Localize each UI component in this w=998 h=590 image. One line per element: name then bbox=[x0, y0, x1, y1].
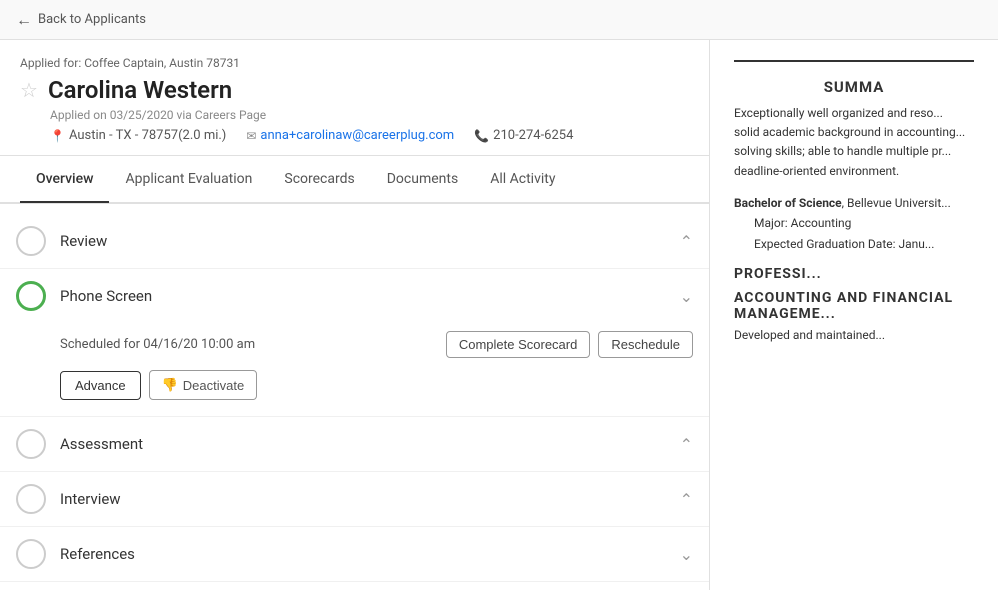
stage-phone-screen-name: Phone Screen bbox=[60, 287, 680, 305]
right-panel: SUMMA Exceptionally well organized and r… bbox=[710, 40, 998, 590]
stage-review-chevron: ⌃ bbox=[680, 232, 693, 251]
stage-interview-name: Interview bbox=[60, 490, 680, 508]
main-layout: Applied for: Coffee Captain, Austin 7873… bbox=[0, 40, 998, 590]
star-icon[interactable]: ☆ bbox=[20, 78, 38, 102]
professional-section-title: PROFESSI... bbox=[734, 266, 974, 282]
location-icon: 📍 bbox=[50, 129, 65, 143]
exp-text: Developed and maintained... bbox=[734, 326, 974, 345]
edu-major: Major: Accounting bbox=[734, 216, 851, 230]
deactivate-button[interactable]: 👎 Deactivate bbox=[149, 370, 258, 400]
stage-assessment-chevron: ⌃ bbox=[680, 435, 693, 454]
tab-applicant-evaluation[interactable]: Applicant Evaluation bbox=[109, 157, 268, 201]
stage-assessment-circle bbox=[16, 429, 46, 459]
tabs-bar: Overview Applicant Evaluation Scorecards… bbox=[0, 156, 709, 204]
stage-actions: Advance 👎 Deactivate bbox=[60, 370, 693, 400]
phone-contact: 📞 210-274-6254 bbox=[474, 128, 573, 143]
applicant-header: Applied for: Coffee Captain, Austin 7873… bbox=[0, 40, 709, 156]
stage-assessment: Assessment ⌃ bbox=[0, 417, 709, 472]
action-buttons: Complete Scorecard Reschedule bbox=[446, 331, 693, 358]
stage-references-header[interactable]: References ⌄ bbox=[0, 527, 709, 581]
edu-degree: Bachelor of Science bbox=[734, 196, 842, 210]
stage-references-circle bbox=[16, 539, 46, 569]
education-section: Bachelor of Science, Bellevue Universit.… bbox=[734, 193, 974, 254]
phone-icon: 📞 bbox=[474, 129, 489, 143]
stage-phone-screen-header[interactable]: Phone Screen ⌄ bbox=[0, 269, 709, 323]
applicant-name-row: ☆ Carolina Western bbox=[20, 76, 689, 104]
stages-list: Review ⌃ Phone Screen ⌄ Scheduled for 04… bbox=[0, 204, 709, 590]
advance-button[interactable]: Advance bbox=[60, 371, 141, 400]
scheduled-text: Scheduled for 04/16/20 10:00 am bbox=[60, 337, 255, 352]
applied-on: Applied on 03/25/2020 via Careers Page bbox=[20, 108, 689, 122]
top-nav: ← Back to Applicants bbox=[0, 0, 998, 40]
phone-text: 210-274-6254 bbox=[493, 128, 573, 143]
back-to-applicants-link[interactable]: ← Back to Applicants bbox=[16, 10, 146, 30]
location-contact: 📍 Austin - TX - 78757(2.0 mi.) bbox=[50, 128, 226, 143]
stage-interview-header[interactable]: Interview ⌃ bbox=[0, 472, 709, 526]
stage-review-name: Review bbox=[60, 232, 680, 250]
tab-all-activity[interactable]: All Activity bbox=[474, 157, 571, 201]
complete-scorecard-button[interactable]: Complete Scorecard bbox=[446, 331, 591, 358]
scheduled-row: Scheduled for 04/16/20 10:00 am Complete… bbox=[60, 331, 693, 358]
stage-references: References ⌄ bbox=[0, 527, 709, 582]
thumbs-down-icon: 👎 bbox=[162, 377, 178, 393]
resume-divider bbox=[734, 60, 974, 62]
deactivate-label: Deactivate bbox=[183, 378, 244, 393]
applied-for: Applied for: Coffee Captain, Austin 7873… bbox=[20, 56, 689, 70]
stage-interview-chevron: ⌃ bbox=[680, 490, 693, 509]
reschedule-button[interactable]: Reschedule bbox=[598, 331, 693, 358]
contact-row: 📍 Austin - TX - 78757(2.0 mi.) ✉ anna+ca… bbox=[20, 128, 689, 143]
stage-assessment-name: Assessment bbox=[60, 435, 680, 453]
summary-section-title: SUMMA bbox=[734, 78, 974, 96]
email-contact: ✉ anna+carolinaw@careerplug.com bbox=[246, 128, 454, 143]
stage-phone-screen-chevron: ⌄ bbox=[680, 287, 693, 306]
email-text[interactable]: anna+carolinaw@careerplug.com bbox=[260, 128, 454, 143]
tab-scorecards[interactable]: Scorecards bbox=[268, 157, 370, 201]
summary-text: Exceptionally well organized and reso...… bbox=[734, 104, 974, 181]
stage-references-name: References bbox=[60, 545, 680, 563]
back-arrow-icon: ← bbox=[16, 10, 32, 30]
stage-assessment-header[interactable]: Assessment ⌃ bbox=[0, 417, 709, 471]
edu-university: , Bellevue Universit... bbox=[842, 196, 951, 210]
stage-review-circle bbox=[16, 226, 46, 256]
stage-interview: Interview ⌃ bbox=[0, 472, 709, 527]
tab-documents[interactable]: Documents bbox=[371, 157, 474, 201]
stage-review-header[interactable]: Review ⌃ bbox=[0, 214, 709, 268]
exp-title: Accounting and Financial Manageme... bbox=[734, 290, 974, 322]
stage-interview-circle bbox=[16, 484, 46, 514]
tab-overview[interactable]: Overview bbox=[20, 157, 109, 201]
stage-review: Review ⌃ bbox=[0, 214, 709, 269]
stage-phone-screen: Phone Screen ⌄ Scheduled for 04/16/20 10… bbox=[0, 269, 709, 417]
stage-phone-screen-circle bbox=[16, 281, 46, 311]
edu-graduation: Expected Graduation Date: Janu... bbox=[734, 237, 934, 251]
location-text: Austin - TX - 78757(2.0 mi.) bbox=[69, 128, 226, 143]
stage-references-chevron: ⌄ bbox=[680, 545, 693, 564]
back-label: Back to Applicants bbox=[38, 12, 146, 27]
left-panel: Applied for: Coffee Captain, Austin 7873… bbox=[0, 40, 710, 590]
phone-screen-content: Scheduled for 04/16/20 10:00 am Complete… bbox=[0, 323, 709, 416]
email-icon: ✉ bbox=[246, 129, 256, 143]
applicant-name: Carolina Western bbox=[48, 76, 232, 104]
